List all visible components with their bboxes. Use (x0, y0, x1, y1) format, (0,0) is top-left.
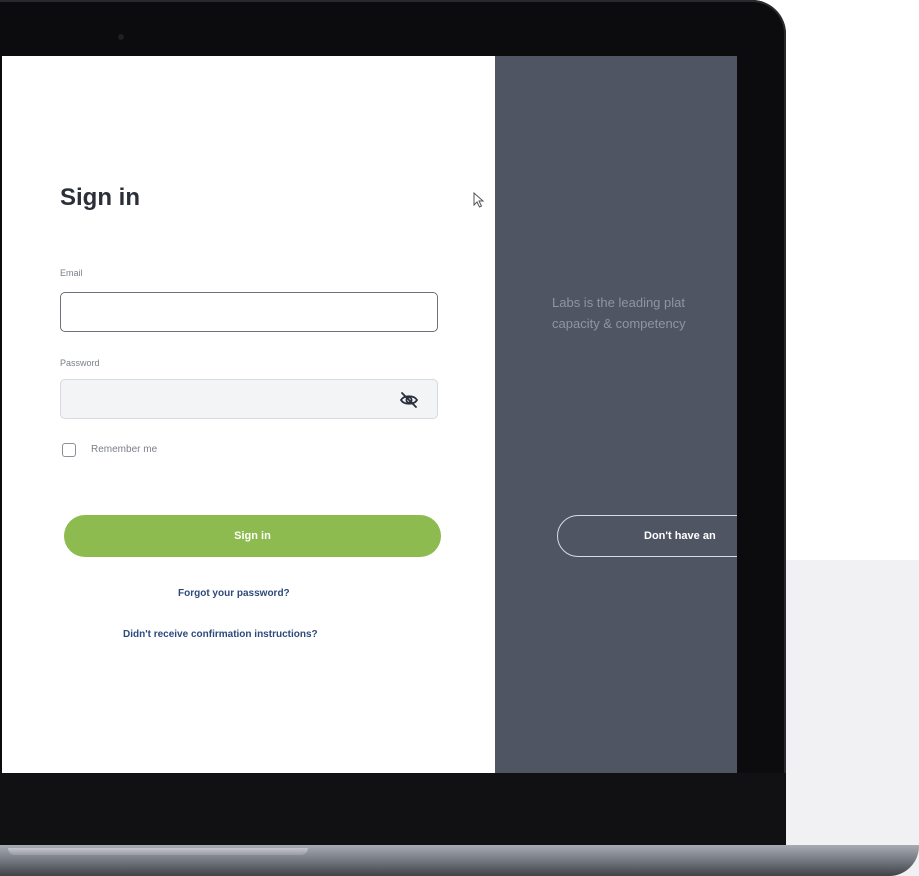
promo-tagline-line1: Labs is the leading plat (552, 295, 685, 310)
laptop-notch (8, 848, 308, 855)
page-title: Sign in (60, 184, 140, 211)
mouse-cursor-icon (473, 192, 485, 208)
promo-tagline: Labs is the leading plat capacity & comp… (552, 292, 737, 334)
webcam (118, 34, 124, 40)
password-label: Password (60, 358, 100, 368)
sign-up-button[interactable]: Don't have an (557, 515, 737, 557)
laptop-bezel-bottom (0, 773, 786, 845)
remember-me-checkbox[interactable] (62, 443, 76, 457)
confirmation-instructions-link[interactable]: Didn't receive confirmation instructions… (123, 629, 318, 640)
promo-panel: Labs is the leading plat capacity & comp… (495, 56, 737, 773)
email-field[interactable] (60, 292, 438, 332)
password-field[interactable] (60, 379, 438, 419)
sign-in-button[interactable]: Sign in (64, 515, 441, 557)
forgot-password-link[interactable]: Forgot your password? (178, 588, 290, 599)
promo-tagline-line2: capacity & competency (552, 316, 686, 331)
remember-me-label: Remember me (91, 444, 158, 455)
email-label: Email (60, 268, 83, 278)
eye-slash-icon[interactable] (397, 389, 421, 411)
laptop-screen: Sign in Email Password Remember me Sign … (2, 56, 737, 773)
signin-panel: Sign in Email Password Remember me Sign … (2, 56, 495, 773)
